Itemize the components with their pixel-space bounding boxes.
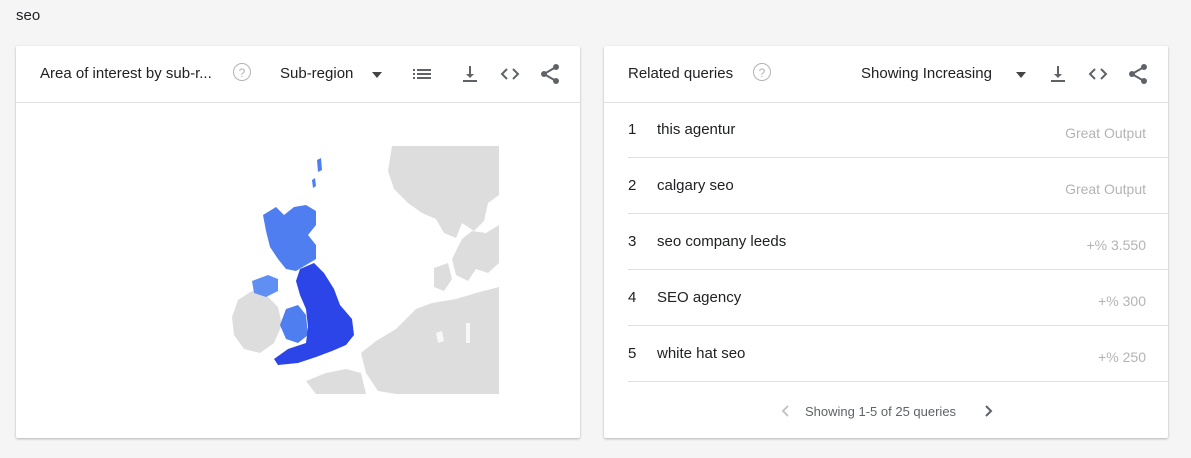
pagination-label: Showing 1-5 of 25 queries bbox=[805, 404, 957, 419]
card-header: Related queries ? Showing Increasing bbox=[604, 46, 1168, 103]
list-item[interactable]: 2 calgary seo Great Output bbox=[628, 158, 1168, 214]
download-icon[interactable] bbox=[458, 62, 482, 86]
embed-icon[interactable] bbox=[1086, 62, 1110, 86]
chevron-down-icon[interactable] bbox=[372, 72, 382, 78]
query-value: +% 250 bbox=[1098, 349, 1146, 365]
query-rank: 1 bbox=[628, 121, 637, 138]
chevron-right-icon[interactable] bbox=[980, 401, 996, 421]
query-value: Great Output bbox=[1065, 181, 1146, 197]
region-scotland-islands[interactable] bbox=[312, 158, 322, 188]
help-icon[interactable]: ? bbox=[233, 63, 251, 81]
query-rank: 3 bbox=[628, 233, 637, 250]
region-scotland[interactable] bbox=[263, 205, 316, 271]
list-icon[interactable] bbox=[410, 62, 434, 86]
share-icon[interactable] bbox=[1126, 62, 1150, 86]
list-item[interactable]: 3 seo company leeds +% 3.550 bbox=[628, 214, 1168, 270]
query-value: +% 300 bbox=[1098, 293, 1146, 309]
pagination: Showing 1-5 of 25 queries bbox=[604, 401, 1168, 421]
search-term: seo bbox=[16, 7, 41, 24]
query-value: +% 3.550 bbox=[1086, 237, 1146, 253]
query-value: Great Output bbox=[1065, 125, 1146, 141]
query-rank: 2 bbox=[628, 177, 637, 194]
download-icon[interactable] bbox=[1046, 62, 1070, 86]
list-item[interactable]: 4 SEO agency +% 300 bbox=[628, 270, 1168, 326]
query-text[interactable]: white hat seo bbox=[657, 345, 745, 362]
query-rank: 4 bbox=[628, 289, 637, 306]
query-text[interactable]: this agentur bbox=[657, 121, 735, 138]
list-item[interactable]: 5 white hat seo +% 250 bbox=[628, 326, 1168, 382]
card-title: Related queries bbox=[628, 65, 734, 82]
card-title: Area of interest by sub-r... bbox=[40, 65, 212, 82]
list-item[interactable]: 1 this agentur Great Output bbox=[628, 102, 1168, 158]
share-icon[interactable] bbox=[538, 62, 562, 86]
region-wales[interactable] bbox=[280, 305, 308, 343]
query-text[interactable]: SEO agency bbox=[657, 289, 741, 306]
related-queries-card: Related queries ? Showing Increasing 1 t… bbox=[604, 46, 1168, 438]
chevron-left-icon[interactable] bbox=[778, 401, 794, 421]
query-text[interactable]: calgary seo bbox=[657, 177, 734, 194]
region-map bbox=[16, 103, 580, 438]
query-rank: 5 bbox=[628, 345, 637, 362]
card-header: Area of interest by sub-r... ? Sub-regio… bbox=[16, 46, 580, 103]
map-background-land bbox=[232, 146, 499, 394]
chevron-down-icon[interactable] bbox=[1016, 72, 1026, 78]
query-text[interactable]: seo company leeds bbox=[657, 233, 786, 250]
region-interest-card: Area of interest by sub-r... ? Sub-regio… bbox=[16, 46, 580, 438]
help-icon[interactable]: ? bbox=[753, 63, 771, 81]
sort-dropdown[interactable]: Showing Increasing bbox=[861, 65, 992, 82]
resolution-dropdown[interactable]: Sub-region bbox=[280, 65, 353, 82]
embed-icon[interactable] bbox=[498, 62, 522, 86]
